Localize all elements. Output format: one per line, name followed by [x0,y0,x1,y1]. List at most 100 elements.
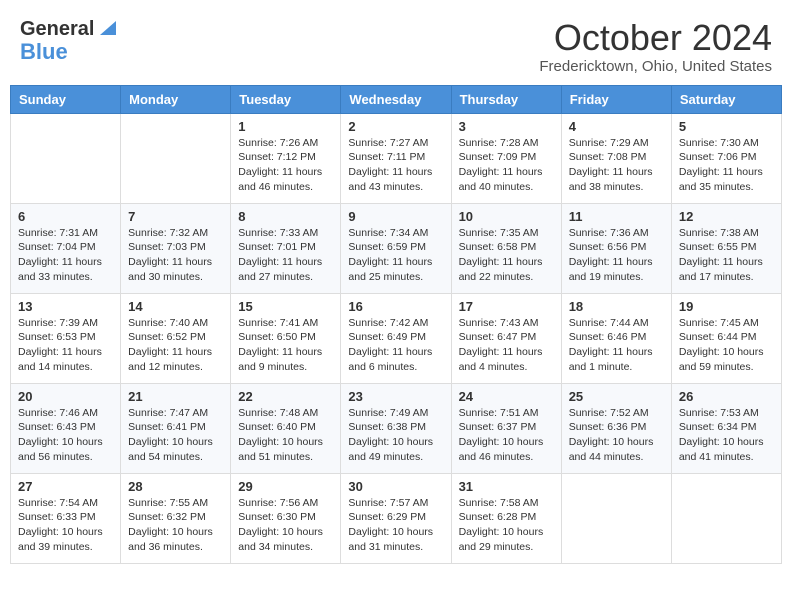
day-info: Sunrise: 7:55 AMSunset: 6:32 PMDaylight:… [128,496,223,555]
day-number: 7 [128,209,223,224]
calendar-cell: 8 Sunrise: 7:33 AMSunset: 7:01 PMDaylight… [231,203,341,293]
day-number: 30 [348,479,443,494]
day-info: Sunrise: 7:28 AMSunset: 7:09 PMDaylight:… [459,136,554,195]
calendar-cell: 20 Sunrise: 7:46 AMSunset: 6:43 PMDayligh… [11,383,121,473]
day-header-sunday: Sunday [11,85,121,113]
calendar-week-5: 27 Sunrise: 7:54 AMSunset: 6:33 PMDayligh… [11,473,782,563]
day-number: 18 [569,299,664,314]
day-info: Sunrise: 7:48 AMSunset: 6:40 PMDaylight:… [238,406,333,465]
logo-text-blue: Blue [20,39,68,64]
calendar-week-4: 20 Sunrise: 7:46 AMSunset: 6:43 PMDayligh… [11,383,782,473]
day-number: 13 [18,299,113,314]
day-number: 6 [18,209,113,224]
calendar-cell: 16 Sunrise: 7:42 AMSunset: 6:49 PMDayligh… [341,293,451,383]
day-info: Sunrise: 7:32 AMSunset: 7:03 PMDaylight:… [128,226,223,285]
day-info: Sunrise: 7:51 AMSunset: 6:37 PMDaylight:… [459,406,554,465]
day-info: Sunrise: 7:41 AMSunset: 6:50 PMDaylight:… [238,316,333,375]
calendar-table: SundayMondayTuesdayWednesdayThursdayFrid… [10,85,782,564]
calendar-cell: 24 Sunrise: 7:51 AMSunset: 6:37 PMDayligh… [451,383,561,473]
calendar-cell: 30Sunrise: 7:57 AMSunset: 6:29 PMDayligh… [341,473,451,563]
page-subtitle: Fredericktown, Ohio, United States [539,58,772,75]
calendar-week-3: 13Sunrise: 7:39 AMSunset: 6:53 PMDayligh… [11,293,782,383]
day-number: 19 [679,299,774,314]
calendar-cell: 13Sunrise: 7:39 AMSunset: 6:53 PMDayligh… [11,293,121,383]
day-info: Sunrise: 7:49 AMSunset: 6:38 PMDaylight:… [348,406,443,465]
title-block: October 2024 Fredericktown, Ohio, United… [539,18,772,75]
day-header-tuesday: Tuesday [231,85,341,113]
calendar-cell [121,113,231,203]
day-info: Sunrise: 7:58 AMSunset: 6:28 PMDaylight:… [459,496,554,555]
day-header-thursday: Thursday [451,85,561,113]
day-info: Sunrise: 7:29 AMSunset: 7:08 PMDaylight:… [569,136,664,195]
calendar-cell: 2 Sunrise: 7:27 AMSunset: 7:11 PMDaylight… [341,113,451,203]
day-info: Sunrise: 7:34 AMSunset: 6:59 PMDaylight:… [348,226,443,285]
calendar-cell: 10 Sunrise: 7:35 AMSunset: 6:58 PMDayligh… [451,203,561,293]
day-number: 20 [18,389,113,404]
calendar-week-1: 1 Sunrise: 7:26 AMSunset: 7:12 PMDaylight… [11,113,782,203]
day-number: 10 [459,209,554,224]
day-number: 25 [569,389,664,404]
day-number: 28 [128,479,223,494]
day-number: 31 [459,479,554,494]
day-number: 14 [128,299,223,314]
logo: General Blue [20,18,116,64]
day-number: 1 [238,119,333,134]
day-number: 23 [348,389,443,404]
calendar-cell: 12Sunrise: 7:38 AMSunset: 6:55 PMDayligh… [671,203,781,293]
calendar-cell: 1 Sunrise: 7:26 AMSunset: 7:12 PMDaylight… [231,113,341,203]
day-number: 11 [569,209,664,224]
calendar-cell [11,113,121,203]
calendar-cell [561,473,671,563]
calendar-cell: 11 Sunrise: 7:36 AMSunset: 6:56 PMDayligh… [561,203,671,293]
calendar-cell: 29 Sunrise: 7:56 AMSunset: 6:30 PMDayligh… [231,473,341,563]
calendar-cell: 26Sunrise: 7:53 AMSunset: 6:34 PMDayligh… [671,383,781,473]
calendar-header-row: SundayMondayTuesdayWednesdayThursdayFrid… [11,85,782,113]
day-number: 4 [569,119,664,134]
day-info: Sunrise: 7:36 AMSunset: 6:56 PMDaylight:… [569,226,664,285]
page-header: General Blue October 2024 Fredericktown,… [10,10,782,79]
day-number: 29 [238,479,333,494]
day-info: Sunrise: 7:52 AMSunset: 6:36 PMDaylight:… [569,406,664,465]
calendar-cell: 23 Sunrise: 7:49 AMSunset: 6:38 PMDayligh… [341,383,451,473]
calendar-cell: 22Sunrise: 7:48 AMSunset: 6:40 PMDayligh… [231,383,341,473]
calendar-cell: 25 Sunrise: 7:52 AMSunset: 6:36 PMDayligh… [561,383,671,473]
day-info: Sunrise: 7:44 AMSunset: 6:46 PMDaylight:… [569,316,664,375]
day-number: 9 [348,209,443,224]
day-number: 27 [18,479,113,494]
day-number: 8 [238,209,333,224]
day-info: Sunrise: 7:46 AMSunset: 6:43 PMDaylight:… [18,406,113,465]
calendar-week-2: 6 Sunrise: 7:31 AMSunset: 7:04 PMDaylight… [11,203,782,293]
day-info: Sunrise: 7:31 AMSunset: 7:04 PMDaylight:… [18,226,113,285]
calendar-cell: 6 Sunrise: 7:31 AMSunset: 7:04 PMDaylight… [11,203,121,293]
day-info: Sunrise: 7:30 AMSunset: 7:06 PMDaylight:… [679,136,774,195]
day-header-saturday: Saturday [671,85,781,113]
day-number: 16 [348,299,443,314]
day-info: Sunrise: 7:35 AMSunset: 6:58 PMDaylight:… [459,226,554,285]
day-number: 15 [238,299,333,314]
calendar-cell: 3Sunrise: 7:28 AMSunset: 7:09 PMDaylight… [451,113,561,203]
calendar-cell: 7 Sunrise: 7:32 AMSunset: 7:03 PMDaylight… [121,203,231,293]
day-info: Sunrise: 7:33 AMSunset: 7:01 PMDaylight:… [238,226,333,285]
calendar-cell: 4 Sunrise: 7:29 AMSunset: 7:08 PMDaylight… [561,113,671,203]
day-number: 17 [459,299,554,314]
calendar-cell: 27 Sunrise: 7:54 AMSunset: 6:33 PMDayligh… [11,473,121,563]
day-info: Sunrise: 7:38 AMSunset: 6:55 PMDaylight:… [679,226,774,285]
calendar-cell: 21Sunrise: 7:47 AMSunset: 6:41 PMDayligh… [121,383,231,473]
day-number: 24 [459,389,554,404]
calendar-cell: 9 Sunrise: 7:34 AMSunset: 6:59 PMDaylight… [341,203,451,293]
page-title: October 2024 [539,18,772,58]
day-number: 26 [679,389,774,404]
calendar-cell: 15 Sunrise: 7:41 AMSunset: 6:50 PMDayligh… [231,293,341,383]
day-number: 21 [128,389,223,404]
logo-text-general: General [20,18,94,40]
day-info: Sunrise: 7:42 AMSunset: 6:49 PMDaylight:… [348,316,443,375]
day-info: Sunrise: 7:56 AMSunset: 6:30 PMDaylight:… [238,496,333,555]
day-number: 2 [348,119,443,134]
day-header-wednesday: Wednesday [341,85,451,113]
day-info: Sunrise: 7:40 AMSunset: 6:52 PMDaylight:… [128,316,223,375]
calendar-cell: 5Sunrise: 7:30 AMSunset: 7:06 PMDaylight… [671,113,781,203]
day-info: Sunrise: 7:26 AMSunset: 7:12 PMDaylight:… [238,136,333,195]
day-info: Sunrise: 7:54 AMSunset: 6:33 PMDaylight:… [18,496,113,555]
calendar-cell: 31 Sunrise: 7:58 AMSunset: 6:28 PMDayligh… [451,473,561,563]
day-info: Sunrise: 7:27 AMSunset: 7:11 PMDaylight:… [348,136,443,195]
